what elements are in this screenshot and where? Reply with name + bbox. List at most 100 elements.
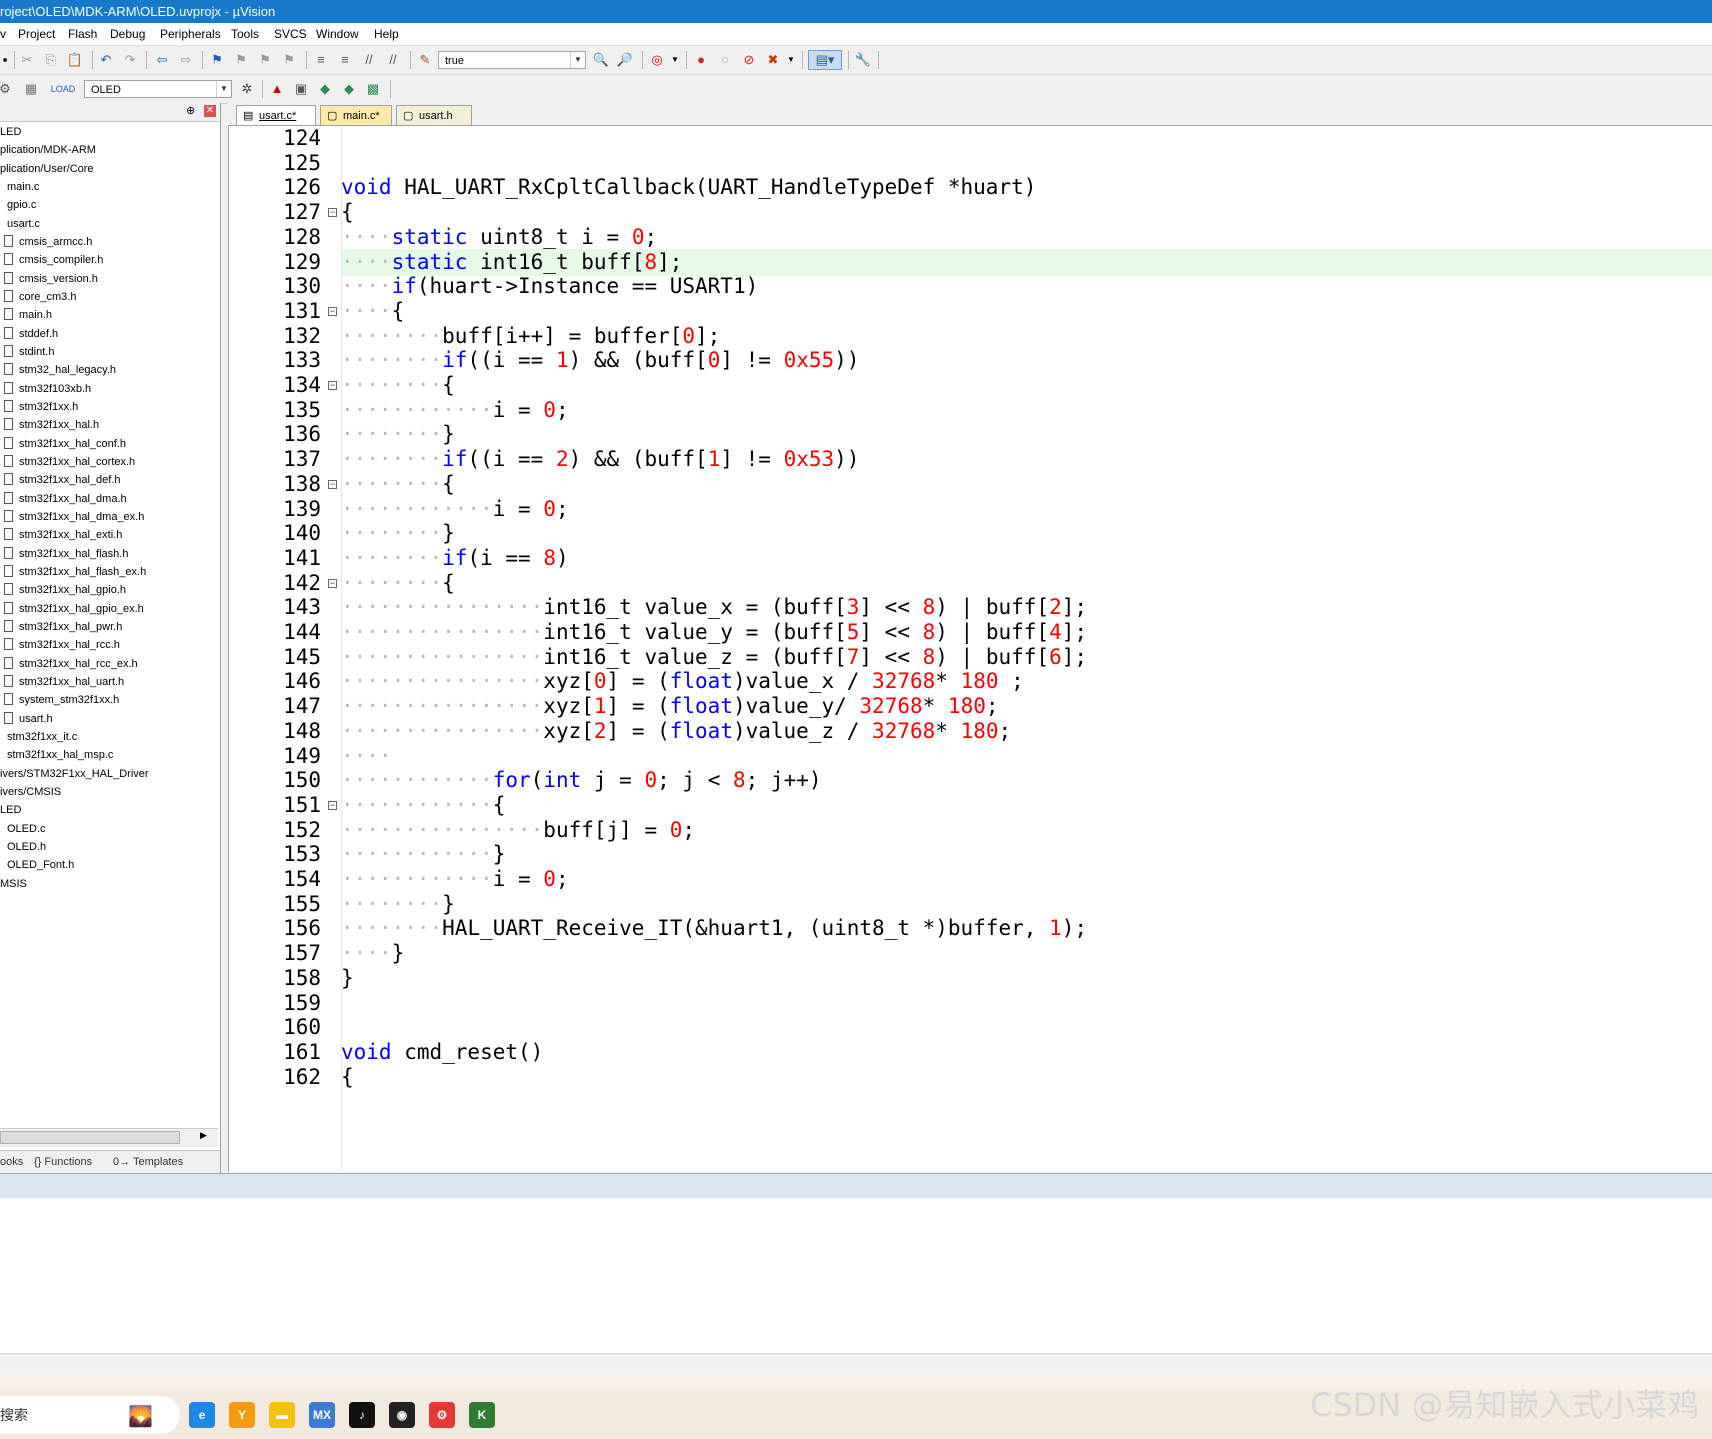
- find-in-files-icon[interactable]: ✎: [416, 51, 434, 69]
- fold-toggle-icon[interactable]: −: [328, 306, 337, 316]
- pack-installer-icon[interactable]: ▩: [364, 80, 382, 98]
- debug-session-icon[interactable]: ◎: [648, 51, 666, 69]
- menu-debug[interactable]: Debug: [110, 23, 145, 45]
- tree-item[interactable]: stm32f1xx_hal_gpio_ex.h: [4, 600, 144, 618]
- edge-icon[interactable]: e: [189, 1402, 215, 1428]
- run-time-environment-icon[interactable]: ◆: [340, 80, 358, 98]
- code-editor[interactable]: 124 125 126 127 128 129 130 131 132 133 134 135 136 1…: [228, 126, 1712, 1172]
- tree-item[interactable]: stm32f1xx_hal_flash.h: [4, 545, 128, 563]
- breakpoint-icon[interactable]: ●: [692, 51, 710, 69]
- file-extensions-icon[interactable]: ▣: [292, 80, 310, 98]
- undo-icon[interactable]: ↶: [97, 51, 115, 69]
- paste-icon[interactable]: 📋: [66, 51, 84, 69]
- copy-icon[interactable]: ⎘: [42, 51, 60, 69]
- save-icon[interactable]: ▪: [0, 51, 14, 69]
- download-icon[interactable]: LOAD: [51, 80, 76, 98]
- tree-item[interactable]: usart.h: [4, 710, 53, 728]
- configure-icon[interactable]: 🔧: [854, 51, 872, 69]
- tab-books[interactable]: ooks: [0, 1151, 23, 1173]
- build-icon[interactable]: ▦: [22, 80, 40, 98]
- prev-bookmark-icon[interactable]: ⚑: [232, 51, 250, 69]
- tree-item[interactable]: stm32f1xx_hal_rcc_ex.h: [4, 655, 138, 673]
- tree-item[interactable]: gpio.c: [7, 196, 36, 214]
- tab-usart-h[interactable]: ▢ usart.h: [396, 105, 472, 125]
- tree-item[interactable]: stm32f1xx_hal_dma_ex.h: [4, 508, 144, 526]
- target-options-icon[interactable]: ✲: [238, 80, 256, 98]
- scroll-right-icon[interactable]: ▶: [200, 1130, 207, 1141]
- fold-toggle-icon[interactable]: −: [328, 381, 337, 390]
- window-splitter[interactable]: [0, 1173, 1712, 1199]
- qq-icon[interactable]: ◉: [389, 1402, 415, 1428]
- tree-item[interactable]: usart.c: [7, 215, 40, 233]
- menu-project[interactable]: Project: [18, 23, 55, 45]
- indent-icon[interactable]: ≡: [312, 51, 330, 69]
- tree-item[interactable]: stm32f1xx_hal_uart.h: [4, 673, 124, 691]
- menu-view[interactable]: v: [0, 23, 6, 45]
- fold-toggle-icon[interactable]: −: [328, 479, 337, 489]
- tree-item[interactable]: MSIS: [0, 875, 27, 893]
- tree-item[interactable]: cmsis_compiler.h: [4, 251, 103, 269]
- tree-item[interactable]: cmsis_armcc.h: [4, 233, 92, 251]
- tree-item[interactable]: stm32f1xx_hal_cortex.h: [4, 453, 135, 471]
- chevron-down-icon[interactable]: ▼: [666, 51, 684, 69]
- tree-item[interactable]: OLED.c: [7, 820, 46, 838]
- navigate-forward-icon[interactable]: ⇨: [177, 51, 195, 69]
- tree-item[interactable]: stm32f1xx_hal_msp.c: [7, 746, 113, 764]
- select-packs-icon[interactable]: ◆: [316, 80, 334, 98]
- explorer-icon[interactable]: ▬: [269, 1402, 295, 1428]
- tree-item[interactable]: stm32f1xx_hal.h: [4, 416, 99, 434]
- clear-bookmarks-icon[interactable]: ⚑: [280, 51, 298, 69]
- tree-item[interactable]: LED: [0, 801, 21, 819]
- close-icon[interactable]: ✕: [204, 105, 216, 117]
- tree-item[interactable]: OLED.h: [7, 838, 46, 856]
- tree-item[interactable]: main.c: [7, 178, 39, 196]
- tree-item[interactable]: stm32f1xx_hal_def.h: [4, 471, 121, 489]
- tree-item[interactable]: main.h: [4, 306, 52, 324]
- find-icon[interactable]: 🔍: [592, 51, 610, 69]
- tree-item[interactable]: LED: [0, 123, 21, 141]
- tiktok-icon[interactable]: ♪: [349, 1402, 375, 1428]
- app-orange-icon[interactable]: Y: [229, 1402, 255, 1428]
- fold-toggle-icon[interactable]: −: [328, 208, 337, 218]
- menu-peripherals[interactable]: Peripherals: [160, 23, 221, 45]
- tree-item[interactable]: core_cm3.h: [4, 288, 76, 306]
- taskbar-search[interactable]: 搜索 🌄: [0, 1396, 180, 1434]
- manage-project-icon[interactable]: ▲: [268, 80, 286, 98]
- menu-svcs[interactable]: SVCS: [274, 23, 307, 45]
- tree-item[interactable]: stm32f1xx_hal_exti.h: [4, 526, 122, 544]
- tree-item[interactable]: stm32f1xx.h: [4, 398, 78, 416]
- chevron-down-icon[interactable]: ▼: [570, 52, 585, 68]
- tab-main-c[interactable]: ▢ main.c*: [320, 105, 392, 125]
- tree-item[interactable]: plication/User/Core: [0, 160, 94, 178]
- tree-item[interactable]: stm32f1xx_hal_conf.h: [4, 435, 126, 453]
- bookmark-icon[interactable]: ⚑: [208, 51, 226, 69]
- tree-item[interactable]: stm32f103xb.h: [4, 380, 91, 398]
- tree-item[interactable]: cmsis_version.h: [4, 270, 98, 288]
- keil-icon[interactable]: K: [469, 1402, 495, 1428]
- menu-help[interactable]: Help: [374, 23, 399, 45]
- tab-templates[interactable]: 0→ Templates: [113, 1151, 183, 1173]
- scrollbar-thumb[interactable]: [0, 1131, 180, 1144]
- unindent-icon[interactable]: ≡: [336, 51, 354, 69]
- menu-window[interactable]: Window: [316, 23, 359, 45]
- tree-item[interactable]: stm32f1xx_hal_gpio.h: [4, 581, 126, 599]
- chevron-down-icon[interactable]: ▼: [782, 51, 800, 69]
- pin-icon[interactable]: ⊕: [186, 104, 195, 117]
- disable-all-breakpoints-icon[interactable]: ⊘: [740, 51, 758, 69]
- tab-functions[interactable]: {} Functions: [34, 1151, 92, 1173]
- navigate-back-icon[interactable]: ⇦: [153, 51, 171, 69]
- disable-breakpoint-icon[interactable]: ○: [716, 51, 734, 69]
- tree-item[interactable]: stdint.h: [4, 343, 54, 361]
- tree-item[interactable]: stm32f1xx_hal_dma.h: [4, 490, 127, 508]
- tree-item[interactable]: OLED_Font.h: [7, 856, 74, 874]
- stm32cubemx-icon[interactable]: MX: [309, 1402, 335, 1428]
- tree-item[interactable]: plication/MDK-ARM: [0, 141, 96, 159]
- tree-item[interactable]: system_stm32f1xx.h: [4, 691, 119, 709]
- find-combo[interactable]: true ▼: [438, 51, 586, 69]
- tree-item[interactable]: stm32f1xx_hal_flash_ex.h: [4, 563, 146, 581]
- tree-item[interactable]: stm32f1xx_it.c: [7, 728, 77, 746]
- menu-tools[interactable]: Tools: [231, 23, 259, 45]
- menu-flash[interactable]: Flash: [68, 23, 97, 45]
- kill-breakpoints-icon[interactable]: ✖: [764, 51, 782, 69]
- redo-icon[interactable]: ↷: [121, 51, 139, 69]
